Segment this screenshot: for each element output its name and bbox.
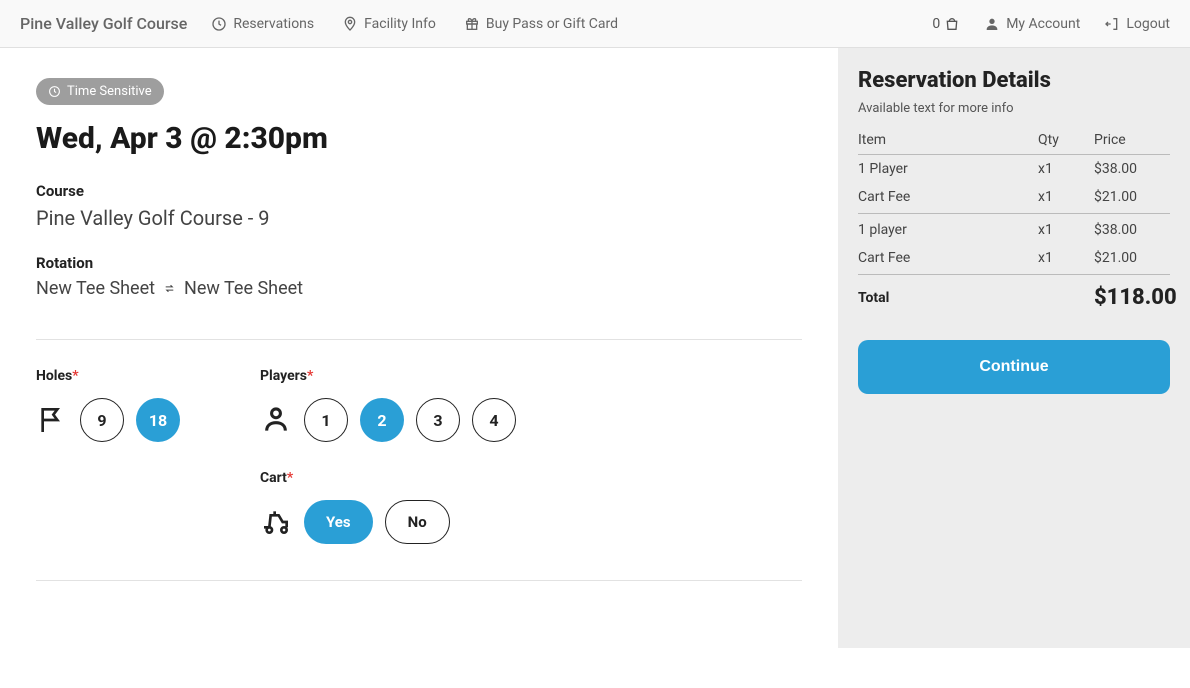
- cart-controls: Yes No: [260, 500, 516, 544]
- cart-count: 0: [932, 16, 940, 32]
- main-panel: Time Sensitive Wed, Apr 3 @ 2:30pm Cours…: [0, 48, 838, 591]
- gift-icon: [464, 16, 480, 32]
- players-label: Players*: [260, 368, 516, 384]
- nav-label: My Account: [1006, 16, 1080, 32]
- divider-bottom: [36, 580, 802, 581]
- cell-item: Cart Fee: [858, 250, 1038, 266]
- top-nav: Pine Valley Golf Course Reservations Fac…: [0, 0, 1190, 48]
- nav-label: Buy Pass or Gift Card: [486, 16, 618, 32]
- divider: [36, 339, 802, 340]
- cell-item: 1 Player: [858, 161, 1038, 177]
- table-header: Item Qty Price: [858, 126, 1170, 155]
- total-label: Total: [858, 290, 1038, 306]
- cell-price: $21.00: [1094, 189, 1170, 205]
- map-pin-icon: [342, 16, 358, 32]
- nav-buy-pass[interactable]: Buy Pass or Gift Card: [464, 16, 618, 32]
- cell-qty: x1: [1038, 250, 1094, 266]
- course-label: Course: [36, 182, 802, 200]
- rotation-value: New Tee Sheet New Tee Sheet: [36, 278, 802, 299]
- table-total: Total $118.00: [858, 274, 1170, 316]
- nav-label: Logout: [1126, 16, 1170, 32]
- cell-price: $38.00: [1094, 161, 1170, 177]
- cart-button[interactable]: 0: [932, 16, 960, 32]
- nav-label: Reservations: [233, 16, 314, 32]
- cart-option-yes[interactable]: Yes: [304, 500, 373, 544]
- time-sensitive-badge: Time Sensitive: [36, 78, 164, 105]
- table-row: Cart Fee x1 $21.00: [858, 244, 1170, 272]
- holes-controls: 9 18: [36, 398, 180, 442]
- brand-name: Pine Valley Golf Course: [20, 14, 187, 33]
- cell-qty: x1: [1038, 222, 1094, 238]
- required-marker: *: [287, 470, 293, 486]
- user-icon: [984, 16, 1000, 32]
- table-row: Cart Fee x1 $21.00: [858, 183, 1170, 214]
- cell-price: $38.00: [1094, 222, 1170, 238]
- table-row: 1 player x1 $38.00: [858, 216, 1170, 244]
- total-amount: $118.00: [1094, 285, 1170, 310]
- line-items-table: Item Qty Price 1 Player x1 $38.00 Cart F…: [858, 126, 1170, 316]
- cart-group: Cart* Yes No: [260, 470, 516, 544]
- swap-icon: [163, 282, 176, 295]
- col-qty: Qty: [1038, 132, 1094, 148]
- clock-icon: [48, 85, 61, 98]
- badge-text: Time Sensitive: [67, 84, 152, 99]
- golf-cart-icon: [260, 506, 292, 538]
- required-marker: *: [72, 368, 78, 384]
- col-price: Price: [1094, 132, 1170, 148]
- continue-button[interactable]: Continue: [858, 340, 1170, 394]
- sidebar-title: Reservation Details: [858, 68, 1170, 93]
- sidebar-subtitle: Available text for more info: [858, 101, 1170, 116]
- nav-label: Facility Info: [364, 16, 436, 32]
- players-option-3[interactable]: 3: [416, 398, 460, 442]
- rotation-label: Rotation: [36, 254, 802, 272]
- cart-label: Cart*: [260, 470, 516, 486]
- page-body: Time Sensitive Wed, Apr 3 @ 2:30pm Cours…: [0, 48, 1190, 688]
- players-option-2[interactable]: 2: [360, 398, 404, 442]
- holes-label: Holes*: [36, 368, 180, 384]
- rotation-to: New Tee Sheet: [184, 278, 303, 299]
- holes-group: Holes* 9 18: [36, 368, 180, 544]
- required-marker: *: [307, 368, 313, 384]
- my-account-link[interactable]: My Account: [984, 16, 1080, 32]
- cell-qty: x1: [1038, 161, 1094, 177]
- players-option-1[interactable]: 1: [304, 398, 348, 442]
- bag-icon: [944, 16, 960, 32]
- cart-option-no[interactable]: No: [385, 500, 450, 544]
- reservation-sidebar: Reservation Details Available text for m…: [838, 48, 1190, 648]
- nav-facility-info[interactable]: Facility Info: [342, 16, 436, 32]
- options-row: Holes* 9 18 Players* 1 2 3 4: [36, 368, 802, 544]
- header-right: 0 My Account Logout: [932, 16, 1170, 32]
- logout-icon: [1104, 16, 1120, 32]
- cell-price: $21.00: [1094, 250, 1170, 266]
- players-controls: 1 2 3 4: [260, 398, 516, 442]
- holes-option-18[interactable]: 18: [136, 398, 180, 442]
- cell-qty: x1: [1038, 189, 1094, 205]
- col-item: Item: [858, 132, 1038, 148]
- rotation-from: New Tee Sheet: [36, 278, 155, 299]
- person-icon: [260, 404, 292, 436]
- holes-option-9[interactable]: 9: [80, 398, 124, 442]
- players-group: Players* 1 2 3 4 Cart* Yes No: [260, 368, 516, 544]
- cell-item: 1 player: [858, 222, 1038, 238]
- clock-icon: [211, 16, 227, 32]
- nav-reservations[interactable]: Reservations: [211, 16, 314, 32]
- cell-item: Cart Fee: [858, 189, 1038, 205]
- table-row: 1 Player x1 $38.00: [858, 155, 1170, 183]
- course-value: Pine Valley Golf Course - 9: [36, 206, 802, 230]
- booking-datetime: Wed, Apr 3 @ 2:30pm: [36, 121, 802, 156]
- players-option-4[interactable]: 4: [472, 398, 516, 442]
- flag-icon: [36, 404, 68, 436]
- logout-link[interactable]: Logout: [1104, 16, 1170, 32]
